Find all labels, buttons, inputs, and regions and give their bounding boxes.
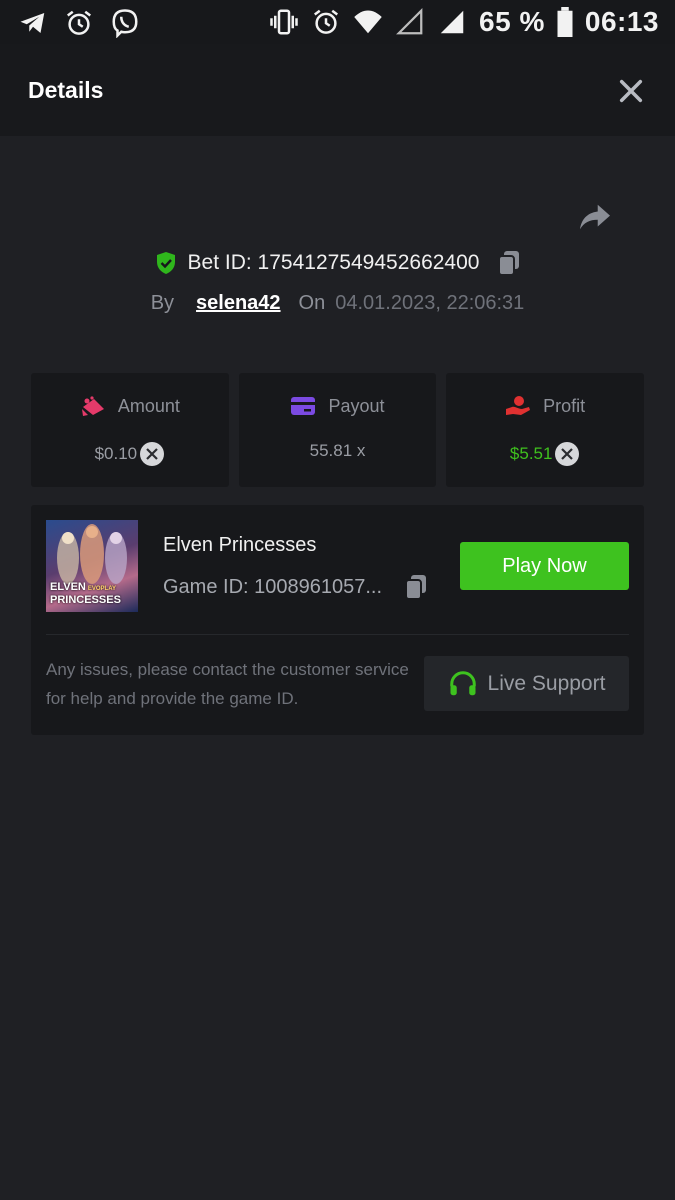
amount-label: Amount: [117, 395, 180, 416]
payout-label: Payout: [328, 395, 385, 416]
amount-value: $0.10: [94, 444, 138, 463]
bet-id: Bet ID: 1754127549452662400: [187, 251, 480, 274]
game-thumbnail[interactable]: ELVEN EVOPLAY PRINCESSES: [46, 520, 138, 612]
wifi-icon: [354, 10, 382, 34]
amount-icon: [81, 396, 104, 416]
game-thumbnail-title: ELVEN EVOPLAY PRINCESSES: [50, 581, 121, 606]
live-support-button[interactable]: Live Support: [424, 656, 629, 711]
bet-meta-row: By selena42 On 04.01.2023, 22:06:31: [0, 288, 675, 318]
profit-card: Profit $5.51: [446, 373, 645, 487]
card-icon: [291, 397, 316, 415]
alarm-icon: [314, 9, 339, 34]
battery-percent: 65 %: [479, 6, 545, 37]
details-header: Details: [0, 44, 675, 136]
currency-coin-icon: [555, 442, 580, 466]
status-bar: 65 % 06:13: [0, 0, 675, 44]
verified-shield-icon: [156, 252, 175, 274]
by-label: By: [150, 291, 175, 314]
signal-icon: [440, 10, 464, 34]
copy-icon[interactable]: [497, 250, 521, 276]
stats-cards: Amount $0.10 Payout 55.81 x Profit $5.51: [31, 373, 645, 487]
game-panel: ELVEN EVOPLAY PRINCESSES Elven Princesses …: [31, 505, 644, 735]
currency-coin-icon: [140, 442, 165, 466]
share-button[interactable]: [578, 202, 612, 232]
telegram-icon: [20, 13, 45, 33]
battery-icon: [557, 7, 573, 37]
amount-card: Amount $0.10: [31, 373, 229, 487]
bet-id-row: Bet ID: 1754127549452662400: [0, 248, 675, 278]
viber-icon: [112, 9, 138, 38]
game-id-row: Game ID: 1008961057...: [163, 574, 428, 600]
share-icon: [580, 204, 610, 230]
live-support-label: Live Support: [487, 671, 606, 695]
divider: [46, 634, 629, 635]
payout-card: Payout 55.81 x: [238, 373, 437, 487]
game-id: Game ID: 1008961057...: [163, 575, 383, 598]
bet-datetime: 04.01.2023, 22:06:31: [335, 291, 525, 314]
headset-icon: [449, 670, 476, 695]
on-label: On: [298, 291, 326, 314]
profit-label: Profit: [543, 395, 586, 416]
close-button[interactable]: [617, 77, 645, 105]
payout-value: 55.81 x: [309, 441, 366, 460]
support-help-text: Any issues, please contact the customer …: [46, 660, 409, 708]
close-icon: [619, 79, 643, 103]
clock: 06:13: [584, 6, 659, 37]
signal-empty-icon: [396, 8, 423, 35]
copy-icon[interactable]: [404, 574, 428, 600]
username-link[interactable]: selena42: [196, 292, 281, 315]
play-now-button[interactable]: Play Now: [460, 542, 629, 590]
vibrate-icon: [270, 9, 298, 35]
game-name: Elven Princesses: [163, 534, 317, 556]
alarm-icon: [67, 10, 91, 35]
page-title: Details: [28, 77, 104, 103]
profit-hand-icon: [506, 396, 531, 415]
profit-value: $5.51: [509, 444, 553, 463]
